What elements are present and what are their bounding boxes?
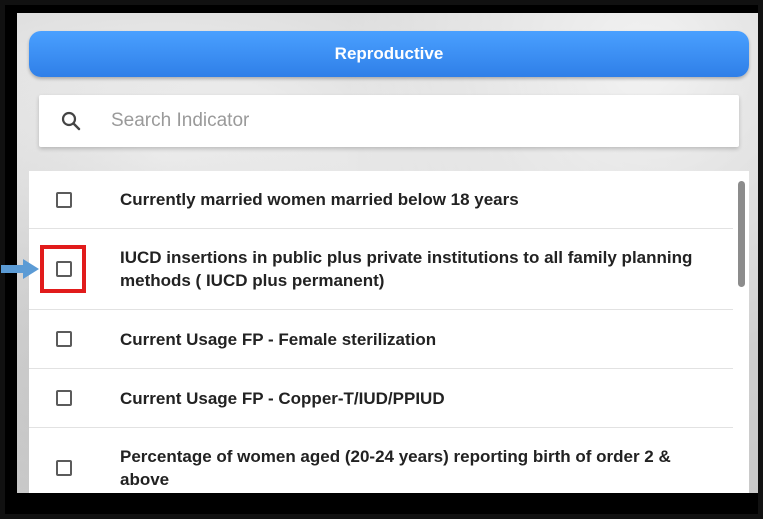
indicator-label: Currently married women married below 18… [120, 190, 519, 209]
indicator-row[interactable]: IUCD insertions in public plus private i… [29, 229, 733, 310]
indicator-label: Current Usage FP - Female sterilization [120, 329, 437, 349]
indicator-label: Current Usage FP - Copper-T/IUD/PPIUD [120, 388, 445, 408]
indicator-row[interactable]: Percentage of women aged (20-24 years) r… [29, 428, 733, 493]
search-input[interactable] [109, 109, 673, 133]
indicator-row[interactable]: Current Usage FP - Copper-T/IUD/PPIUD [29, 369, 733, 428]
arrow-right-icon [1, 259, 39, 279]
indicator-row[interactable]: Current Usage FP - Female sterilization [29, 310, 733, 369]
indicator-checkbox[interactable] [56, 390, 72, 406]
list-scrollbar[interactable] [738, 181, 745, 287]
indicator-label: Percentage of women aged (20-24 years) r… [120, 447, 671, 489]
category-header-button[interactable]: Reproductive [29, 31, 749, 77]
search-box[interactable] [39, 95, 739, 147]
search-icon [61, 111, 81, 131]
app-screen: Reproductive Currently married women mar… [17, 13, 758, 493]
screenshot-frame: Reproductive Currently married women mar… [0, 0, 763, 519]
indicator-label: IUCD insertions in public plus private i… [120, 248, 693, 290]
indicator-list: Currently married women married below 18… [29, 171, 749, 493]
indicator-row[interactable]: Currently married women married below 18… [29, 171, 733, 229]
indicator-checkbox[interactable] [56, 331, 72, 347]
indicator-checkbox[interactable] [56, 191, 72, 208]
checkbox-highlight-box [40, 245, 86, 293]
indicator-checkbox[interactable] [56, 460, 72, 476]
category-title: Reproductive [334, 44, 444, 63]
